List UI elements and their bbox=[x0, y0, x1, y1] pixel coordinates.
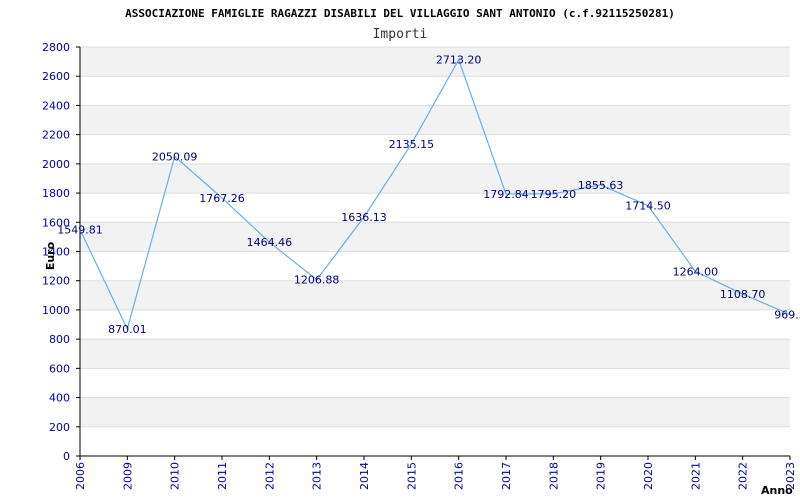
y-tick-label: 2600 bbox=[42, 70, 70, 83]
grid-band bbox=[80, 222, 790, 252]
y-tick-label: 200 bbox=[49, 421, 70, 434]
data-label: 2135.15 bbox=[389, 138, 435, 151]
y-tick-label: 2400 bbox=[42, 99, 70, 112]
chart-title: ASSOCIAZIONE FAMIGLIE RAGAZZI DISABILI D… bbox=[125, 7, 675, 20]
data-label: 1792.84 bbox=[483, 188, 529, 201]
x-tick-label: 2014 bbox=[358, 462, 371, 490]
x-tick-label: 2015 bbox=[405, 462, 418, 490]
y-axis-label: Euro bbox=[44, 241, 57, 270]
y-tick-label: 400 bbox=[49, 392, 70, 405]
x-axis-label: Anno bbox=[761, 484, 793, 497]
data-label: 1714.50 bbox=[625, 200, 671, 213]
data-label: 1767.26 bbox=[199, 192, 245, 205]
data-label: 2050.09 bbox=[152, 151, 198, 164]
data-label: 1549.81 bbox=[57, 224, 103, 237]
x-tick-label: 2011 bbox=[216, 462, 229, 490]
data-label: 2713.20 bbox=[436, 54, 482, 67]
y-tick-label: 1800 bbox=[42, 187, 70, 200]
x-tick-label: 2016 bbox=[453, 462, 466, 490]
data-label: 1855.63 bbox=[578, 179, 624, 192]
x-tick-label: 2020 bbox=[642, 462, 655, 490]
data-label: 1795.20 bbox=[531, 188, 577, 201]
x-tick-label: 2010 bbox=[169, 462, 182, 490]
chart-subtitle: Importi bbox=[373, 27, 428, 42]
x-tick-label: 2009 bbox=[121, 462, 134, 490]
y-tick-label: 2200 bbox=[42, 129, 70, 142]
x-tick-label: 2018 bbox=[547, 462, 560, 490]
x-tick-label: 2017 bbox=[500, 462, 513, 490]
y-tick-label: 1200 bbox=[42, 275, 70, 288]
grid-band bbox=[80, 105, 790, 135]
data-label: 1206.88 bbox=[294, 274, 340, 287]
y-tick-label: 0 bbox=[63, 450, 70, 463]
y-tick-label: 2000 bbox=[42, 158, 70, 171]
y-tick-label: 600 bbox=[49, 362, 70, 375]
plot-bands bbox=[80, 47, 790, 427]
grid-band bbox=[80, 163, 790, 194]
data-label: 969.5 bbox=[774, 308, 800, 321]
data-label: 1636.13 bbox=[341, 211, 387, 224]
data-label: 1264.00 bbox=[673, 265, 719, 278]
grid-band bbox=[80, 397, 790, 427]
x-tick-label: 2021 bbox=[689, 462, 702, 490]
y-tick-label: 800 bbox=[49, 333, 70, 346]
x-tick-label: 2013 bbox=[311, 462, 324, 490]
x-tick-label: 2019 bbox=[595, 462, 608, 490]
y-tick-label: 2800 bbox=[42, 41, 70, 54]
grid-band bbox=[80, 280, 790, 310]
x-tick-label: 2012 bbox=[263, 462, 276, 490]
x-tick-label: 2006 bbox=[74, 462, 87, 490]
line-chart: ASSOCIAZIONE FAMIGLIE RAGAZZI DISABILI D… bbox=[42, 7, 800, 497]
data-label: 1464.46 bbox=[247, 236, 293, 249]
y-tick-label: 1000 bbox=[42, 304, 70, 317]
chart: ASSOCIAZIONE FAMIGLIE RAGAZZI DISABILI D… bbox=[0, 0, 800, 500]
data-label: 870.01 bbox=[108, 323, 147, 336]
x-ticks: 2006 2009 2010 2011 2012 2013 2014 2015 2016 2017… bbox=[74, 462, 797, 490]
grid-band bbox=[80, 339, 790, 369]
data-label: 1108.70 bbox=[720, 288, 766, 301]
x-tick-label: 2022 bbox=[737, 462, 750, 490]
